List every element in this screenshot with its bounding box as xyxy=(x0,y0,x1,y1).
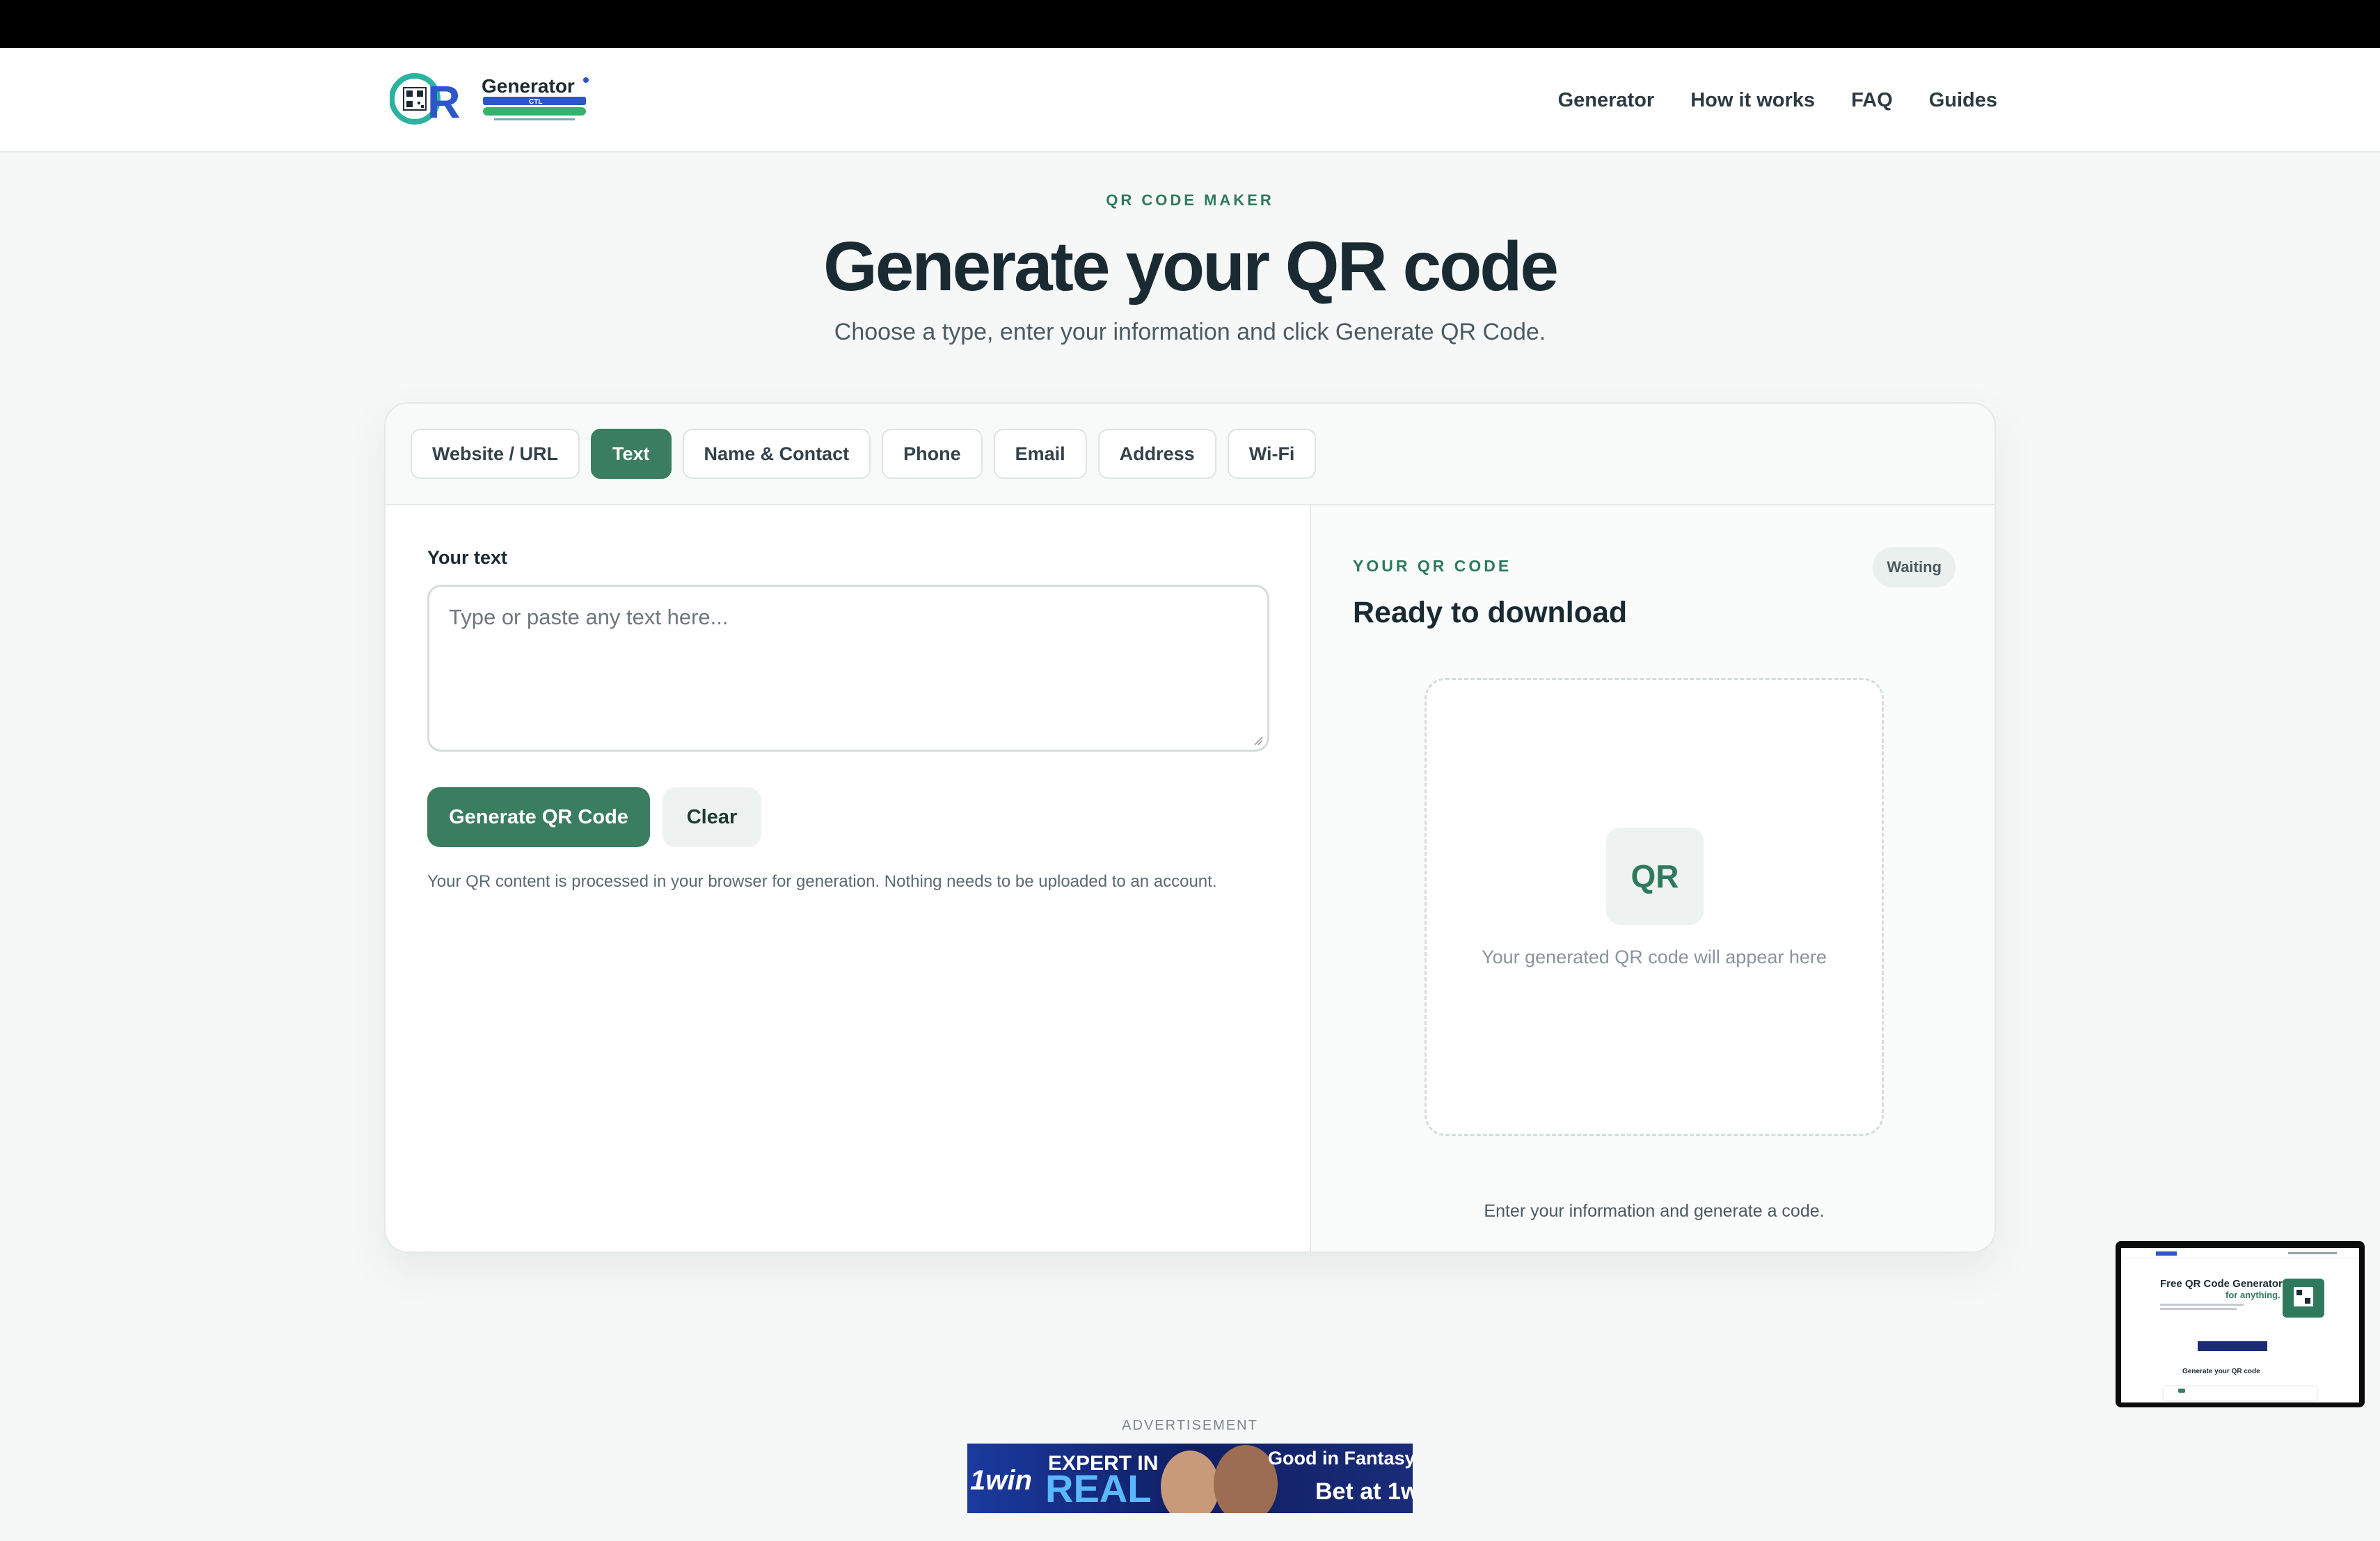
qr-generator-logo-icon: R Generator CTL xyxy=(389,73,589,127)
tab-wifi[interactable]: Wi-Fi xyxy=(1227,429,1317,479)
generate-qr-button[interactable]: Generate QR Code xyxy=(427,787,650,847)
main-nav: Generator How it works FAQ Guides xyxy=(1558,48,1997,152)
svg-text:Generate your QR code: Generate your QR code xyxy=(2182,1368,2260,1375)
hero-kicker: QR CODE MAKER xyxy=(1106,191,1274,209)
nav-guides[interactable]: Guides xyxy=(1929,89,1997,112)
tab-email[interactable]: Email xyxy=(993,429,1087,479)
svg-text:CTL: CTL xyxy=(529,98,542,106)
status-badge: Waiting xyxy=(1873,547,1955,587)
type-tabs: Website / URL Text Name & Contact Phone … xyxy=(386,404,1994,505)
svg-text:R: R xyxy=(427,76,461,126)
result-kicker: YOUR QR CODE xyxy=(1353,557,1512,575)
result-panel: YOUR QR CODE Waiting Ready to download Q… xyxy=(1311,505,1994,1251)
qr-preview-area: QR Your generated QR code will appear he… xyxy=(1425,678,1884,1136)
page-preview-thumbnail[interactable]: Free QR Code Generator for anything. Gen… xyxy=(2116,1241,2365,1407)
ad-banner[interactable]: 1win EXPERT IN REAL Good in Fantasy? Bet… xyxy=(967,1444,1413,1513)
advertisement-label: ADVERTISEMENT xyxy=(1122,1418,1258,1433)
svg-text:Free QR Code Generator: Free QR Code Generator xyxy=(2160,1278,2283,1290)
svg-text:Bet at 1win: Bet at 1win xyxy=(1315,1478,1413,1505)
svg-text:Good in Fantasy?: Good in Fantasy? xyxy=(1268,1448,1413,1469)
text-input[interactable]: Type or paste any text here... xyxy=(427,585,1269,752)
nav-how-it-works[interactable]: How it works xyxy=(1690,89,1815,112)
tab-text[interactable]: Text xyxy=(591,429,672,479)
tab-website-url[interactable]: Website / URL xyxy=(411,429,580,479)
clear-button[interactable]: Clear xyxy=(663,787,761,847)
svg-text:1win: 1win xyxy=(970,1465,1032,1496)
svg-text:Generator: Generator xyxy=(482,75,575,97)
result-title: Ready to download xyxy=(1353,596,1628,629)
tab-address[interactable]: Address xyxy=(1097,429,1216,479)
tab-phone[interactable]: Phone xyxy=(882,429,983,479)
site-header: R Generator CTL Generator How it works F… xyxy=(0,48,2380,152)
page-title: Generate your QR code xyxy=(823,228,1559,306)
resize-handle-icon[interactable] xyxy=(1253,736,1263,745)
qr-placeholder-text: Your generated QR code will appear here xyxy=(1482,947,1827,967)
text-field-label: Your text xyxy=(427,547,508,568)
browser-top-bar xyxy=(0,0,2380,48)
generator-card: Website / URL Text Name & Contact Phone … xyxy=(384,402,1996,1253)
privacy-note: Your QR content is processed in your bro… xyxy=(427,872,1217,891)
nav-generator[interactable]: Generator xyxy=(1558,89,1655,112)
site-logo[interactable]: R Generator CTL xyxy=(389,72,596,127)
qr-placeholder-icon: QR xyxy=(1606,828,1704,925)
text-input-placeholder: Type or paste any text here... xyxy=(449,605,729,629)
input-panel: Your text Type or paste any text here...… xyxy=(386,505,1311,1251)
thumbnail-screen: Free QR Code Generator for anything. Gen… xyxy=(2121,1248,2359,1402)
ad-banner-graphic: 1win EXPERT IN REAL Good in Fantasy? Bet… xyxy=(967,1444,1413,1513)
result-hint: Enter your information and generate a co… xyxy=(1484,1201,1825,1221)
nav-faq[interactable]: FAQ xyxy=(1851,89,1893,112)
svg-text:REAL: REAL xyxy=(1045,1467,1151,1510)
hero-subtitle: Choose a type, enter your information an… xyxy=(834,319,1546,345)
tab-name-contact[interactable]: Name & Contact xyxy=(682,429,871,479)
svg-text:for anything.: for anything. xyxy=(2226,1290,2280,1300)
thumbnail-page-graphic: Free QR Code Generator for anything. Gen… xyxy=(2121,1248,2359,1402)
